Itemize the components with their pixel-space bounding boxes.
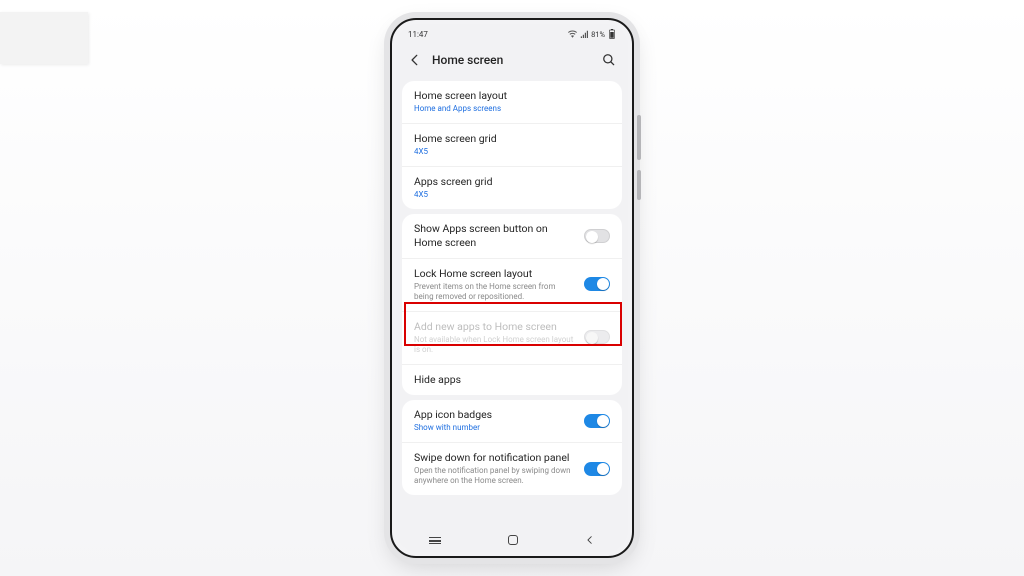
search-icon[interactable] <box>600 51 618 69</box>
toggle-add-new-apps <box>584 330 610 344</box>
row-lock-home-layout[interactable]: Lock Home screen layout Prevent items on… <box>402 259 622 312</box>
back-icon[interactable] <box>406 51 424 69</box>
row-subtitle: 4X5 <box>414 190 610 200</box>
row-subtitle: Not available when Lock Home screen layo… <box>414 335 576 355</box>
row-swipe-down-notification[interactable]: Swipe down for notification panel Open t… <box>402 443 622 495</box>
page-title: Home screen <box>432 53 592 67</box>
phone-screen: 11:47 81% Home screen Hom <box>396 24 628 552</box>
row-app-icon-badges[interactable]: App icon badges Show with number <box>402 400 622 443</box>
settings-header: Home screen <box>396 44 628 76</box>
stage: 11:47 81% Home screen Hom <box>0 0 1024 576</box>
settings-group: Show Apps screen button on Home screen L… <box>402 214 622 395</box>
nav-back-icon[interactable] <box>585 535 595 545</box>
row-title: Show Apps screen button on Home screen <box>414 222 576 248</box>
android-nav-bar <box>396 528 628 552</box>
row-subtitle: Home and Apps screens <box>414 104 610 114</box>
row-subtitle: Show with number <box>414 423 576 433</box>
row-add-new-apps: Add new apps to Home screen Not availabl… <box>402 312 622 365</box>
row-title: Home screen grid <box>414 132 610 145</box>
row-home-screen-layout[interactable]: Home screen layout Home and Apps screens <box>402 81 622 124</box>
row-title: App icon badges <box>414 408 576 421</box>
row-apps-screen-grid[interactable]: Apps screen grid 4X5 <box>402 167 622 209</box>
phone-side-button <box>637 115 641 160</box>
row-subtitle: 4X5 <box>414 147 610 157</box>
row-hide-apps[interactable]: Hide apps <box>402 365 622 395</box>
row-subtitle: Prevent items on the Home screen from be… <box>414 282 576 302</box>
row-subtitle: Open the notification panel by swiping d… <box>414 466 576 486</box>
decorative-patch <box>0 12 88 64</box>
row-title: Add new apps to Home screen <box>414 320 576 333</box>
signal-icon <box>580 30 588 38</box>
status-time: 11:47 <box>408 30 428 39</box>
toggle-swipe-down-notification[interactable] <box>584 462 610 476</box>
settings-group: App icon badges Show with number Swipe d… <box>402 400 622 495</box>
row-title: Swipe down for notification panel <box>414 451 576 464</box>
nav-recent-icon[interactable] <box>429 537 441 544</box>
phone-frame: 11:47 81% Home screen Hom <box>390 18 634 558</box>
nav-home-icon[interactable] <box>508 535 518 545</box>
row-show-apps-button[interactable]: Show Apps screen button on Home screen <box>402 214 622 258</box>
row-title: Lock Home screen layout <box>414 267 576 280</box>
toggle-lock-home-layout[interactable] <box>584 277 610 291</box>
toggle-app-icon-badges[interactable] <box>584 414 610 428</box>
row-title: Apps screen grid <box>414 175 610 188</box>
row-home-screen-grid[interactable]: Home screen grid 4X5 <box>402 124 622 167</box>
toggle-show-apps-button[interactable] <box>584 229 610 243</box>
row-title: Hide apps <box>414 373 610 386</box>
battery-icon <box>608 29 616 39</box>
status-bar: 11:47 81% <box>396 24 628 44</box>
wifi-icon <box>568 30 577 38</box>
phone-side-button <box>637 170 641 200</box>
row-title: Home screen layout <box>414 89 610 102</box>
settings-content: Home screen layout Home and Apps screens… <box>396 81 628 495</box>
settings-group: Home screen layout Home and Apps screens… <box>402 81 622 209</box>
status-battery-text: 81% <box>591 30 605 39</box>
